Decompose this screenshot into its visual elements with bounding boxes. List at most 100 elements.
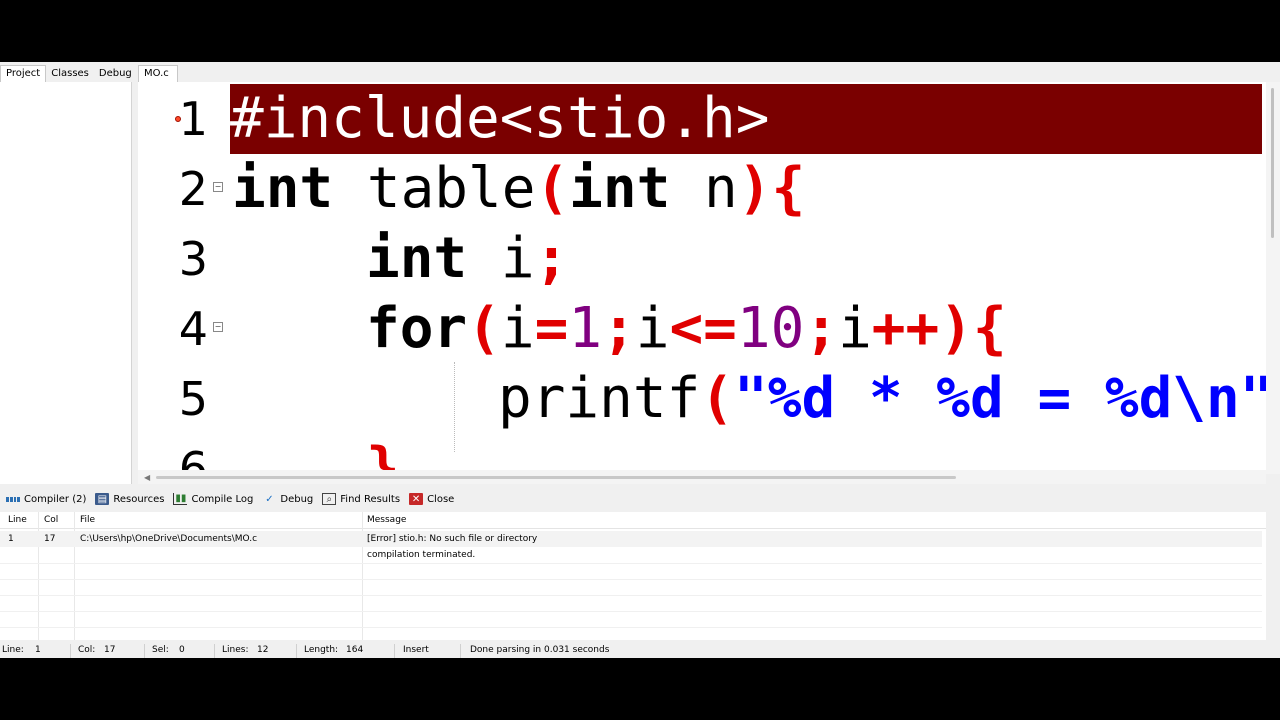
- chart-icon: ▮▮: [173, 493, 188, 505]
- project-tree-panel[interactable]: [0, 82, 132, 484]
- table-row[interactable]: 1 17 C:\Users\hp\OneDrive\Documents\MO.c…: [0, 531, 1262, 547]
- code-token: i: [635, 296, 670, 361]
- debug-check-icon: ✓: [265, 493, 274, 505]
- cell-message: [Error] stio.h: No such file or director…: [367, 534, 538, 544]
- column-header-line[interactable]: Line: [0, 512, 27, 529]
- code-line-6: }: [366, 434, 400, 474]
- editor-file-tabs: MO.c: [138, 62, 178, 82]
- tab-close[interactable]: ✕ Close: [409, 493, 454, 505]
- column-header-col[interactable]: Col: [36, 512, 58, 529]
- find-icon: ⌕: [322, 493, 337, 505]
- status-sel-value: 0: [179, 645, 185, 655]
- code-token: =: [534, 296, 569, 361]
- fold-collapse-icon[interactable]: −: [213, 182, 223, 192]
- code-token: table: [333, 156, 536, 221]
- cell-col: 17: [44, 534, 56, 544]
- status-divider: [70, 644, 71, 658]
- status-sel-label: Sel:: [152, 645, 169, 655]
- code-token: ){: [737, 156, 806, 221]
- tab-resources[interactable]: ▤ Resources: [95, 493, 164, 505]
- code-editor[interactable]: 1 2 3 4 5 6 − − #include<stio.h> int tab…: [138, 82, 1280, 474]
- tab-project[interactable]: Project: [0, 65, 47, 82]
- tab-label: Compile Log: [191, 493, 254, 505]
- file-tab-mo-c[interactable]: MO.c: [138, 65, 178, 82]
- tab-label: Find Results: [340, 493, 401, 505]
- cell-line: 1: [8, 534, 14, 544]
- scrollbar-thumb[interactable]: [1271, 88, 1274, 238]
- code-token: 10: [736, 296, 805, 361]
- line-number: 5: [178, 372, 208, 426]
- status-length-label: Length:: [304, 645, 339, 655]
- tab-find-results[interactable]: ⌕ Find Results: [322, 493, 400, 505]
- code-line-4: for(i=1;i<=10;i++){: [366, 294, 1007, 364]
- code-token: ;: [602, 296, 636, 361]
- code-line-3: int i;: [366, 224, 568, 294]
- code-token: ++: [871, 296, 940, 361]
- tab-compiler[interactable]: Compiler (2): [6, 493, 86, 505]
- code-line-1-error-highlight: #include<stio.h>: [230, 84, 1262, 154]
- line-number: 2: [178, 162, 208, 216]
- status-insert-mode: Insert: [403, 645, 429, 655]
- status-divider: [460, 644, 461, 658]
- code-token: (: [700, 366, 735, 431]
- tab-compile-log[interactable]: ▮▮ Compile Log: [173, 493, 253, 505]
- code-area[interactable]: #include<stio.h> int table(int n){ int i…: [230, 82, 1273, 474]
- column-header-file[interactable]: File: [72, 512, 95, 529]
- code-include: #include<stio.h>: [230, 86, 770, 151]
- fold-collapse-icon[interactable]: −: [213, 322, 223, 332]
- code-line-5: printf("%d * %d = %d\n": [498, 364, 1273, 434]
- line-number: 6: [178, 442, 208, 474]
- tab-debug[interactable]: Debug: [94, 66, 137, 82]
- status-length-value: 164: [346, 645, 364, 655]
- tab-label: Debug: [280, 493, 314, 505]
- code-line-2: int table(int n){: [232, 154, 805, 224]
- editor-vertical-scrollbar[interactable]: [1266, 82, 1280, 474]
- code-token: ;: [804, 296, 839, 361]
- scrollbar-thumb[interactable]: [156, 476, 956, 479]
- resources-icon: ▤: [95, 493, 110, 505]
- code-token: int: [569, 156, 671, 221]
- status-divider: [144, 644, 145, 658]
- status-divider: [296, 644, 297, 658]
- table-header: Line Col File Message: [0, 512, 1266, 529]
- status-line-value: 1: [35, 645, 41, 655]
- line-number-gutter: 1 2 3 4 5 6 − −: [138, 82, 230, 474]
- cell-message: compilation terminated.: [367, 550, 476, 560]
- status-bar: Line: 1 Col: 17 Sel: 0 Lines: 12 Length:…: [0, 644, 1280, 658]
- status-lines-value: 12: [257, 645, 269, 655]
- row-divider: [0, 611, 1262, 612]
- column-header-message[interactable]: Message: [359, 512, 406, 529]
- code-token: ;: [534, 226, 569, 291]
- scroll-left-arrow-icon[interactable]: ◀: [144, 473, 150, 482]
- messages-vertical-scrollbar[interactable]: [1266, 512, 1280, 640]
- left-panel-tabs: Project Classes Debug: [0, 62, 132, 82]
- code-token: <=: [669, 296, 737, 361]
- row-divider: [0, 563, 1262, 564]
- editor-horizontal-scrollbar[interactable]: ◀: [138, 470, 1266, 484]
- code-token: "%d * %d = %d\n": [734, 366, 1274, 431]
- code-token: ){: [939, 296, 1007, 361]
- tab-classes[interactable]: Classes: [46, 66, 94, 82]
- ide-window: Project Classes Debug MO.c 1 2 3 4 5 6 −…: [0, 62, 1280, 658]
- code-token: int: [366, 226, 468, 291]
- cell-file: C:\Users\hp\OneDrive\Documents\MO.c: [80, 534, 258, 544]
- code-token: 1: [568, 296, 603, 361]
- table-row[interactable]: compilation terminated.: [0, 547, 1262, 563]
- tab-label: Close: [427, 493, 455, 505]
- code-token: i: [838, 296, 872, 361]
- code-token: }: [366, 436, 400, 474]
- bottom-panel-tabs: Compiler (2) ▤ Resources ▮▮ Compile Log …: [0, 489, 1280, 509]
- code-token: n: [670, 156, 738, 221]
- code-token: i: [467, 226, 535, 291]
- code-token: printf: [498, 366, 701, 431]
- line-number: 1: [178, 92, 208, 146]
- tab-label: Resources: [113, 493, 165, 505]
- code-token: i: [500, 296, 535, 361]
- tab-debug-output[interactable]: ✓ Debug: [262, 493, 313, 505]
- line-number: 4: [178, 302, 208, 356]
- compiler-messages-table[interactable]: Line Col File Message 1 17 C:\Users\hp\O…: [0, 512, 1266, 640]
- code-token: for: [366, 296, 468, 361]
- code-token: int: [232, 156, 334, 221]
- row-divider: [0, 579, 1262, 580]
- status-line-label: Line:: [2, 645, 24, 655]
